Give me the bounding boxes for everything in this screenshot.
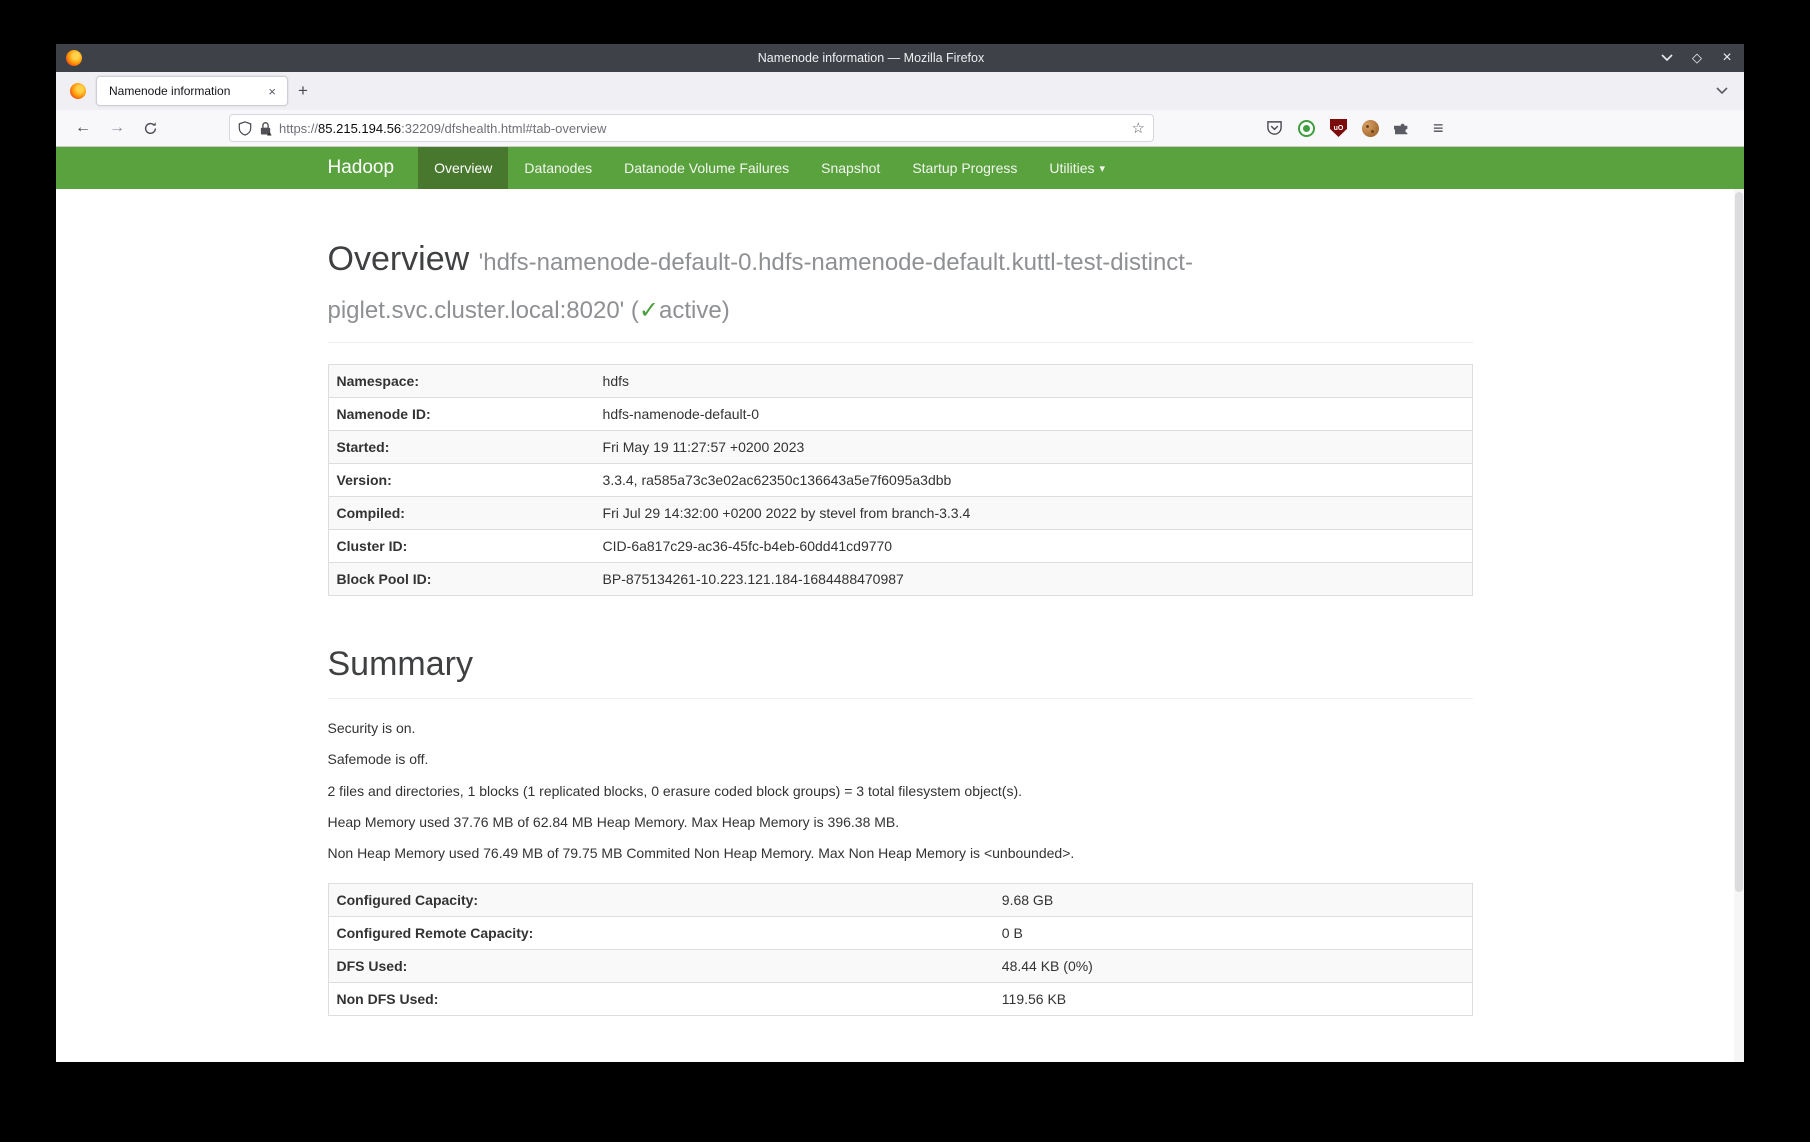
extension-green-icon[interactable] [1298,120,1315,137]
summary-line: 2 files and directories, 1 blocks (1 rep… [328,784,1473,799]
table-row: Configured Remote Capacity:0 B [328,916,1472,949]
summary-line: Non Heap Memory used 76.49 MB of 79.75 M… [328,846,1473,861]
nav-tab-datanodes[interactable]: Datanodes [508,147,608,189]
row-value: Fri Jul 29 14:32:00 +0200 2022 by stevel… [595,496,1472,529]
page-scrollbar [1734,189,1744,1062]
page-title: Overview 'hdfs-namenode-default-0.hdfs-n… [328,235,1473,332]
extensions-puzzle-icon[interactable] [1394,120,1410,136]
table-row: Compiled:Fri Jul 29 14:32:00 +0200 2022 … [328,496,1472,529]
forward-button[interactable]: → [100,119,134,137]
summary-line: Heap Memory used 37.76 MB of 62.84 MB He… [328,815,1473,830]
summary-header: Summary [328,640,1473,699]
row-value: 119.56 KB [994,982,1472,1015]
cookie-extension-icon[interactable] [1362,120,1379,137]
row-value: Fri May 19 11:27:57 +0200 2023 [595,430,1472,463]
bookmark-star-icon[interactable]: ☆ [1126,119,1145,137]
row-label: Compiled: [328,496,595,529]
chevron-down-icon [1661,54,1673,62]
row-value: 48.44 KB (0%) [994,949,1472,982]
table-row: Configured Capacity:9.68 GB [328,883,1472,916]
table-row: Namenode ID:hdfs-namenode-default-0 [328,397,1472,430]
active-check-icon: ✓ [639,297,659,324]
title-bar: Namenode information — Mozilla Firefox ◇… [56,44,1744,72]
tab-title: Namenode information [109,84,265,98]
row-value: 0 B [994,916,1472,949]
summary-text: Security is on. Safemode is off. 2 files… [328,721,1473,862]
reload-button[interactable] [134,121,167,136]
nav-dropdown-utilities[interactable]: Utilities ▾ [1033,147,1121,189]
row-value: hdfs [595,364,1472,397]
url-bar[interactable]: https://85.215.194.56:32209/dfshealth.ht… [229,114,1154,142]
table-row: Version:3.3.4, ra585a73c3e02ac62350c1366… [328,463,1472,496]
summary-line: Safemode is off. [328,752,1473,767]
row-label: Configured Remote Capacity: [328,916,994,949]
row-value: BP-875134261-10.223.121.184-168448847098… [595,562,1472,595]
scrollbar-thumb[interactable] [1735,192,1743,892]
firefox-icon [66,50,82,66]
row-label: Block Pool ID: [328,562,595,595]
page-content: Overview 'hdfs-namenode-default-0.hdfs-n… [56,189,1744,1062]
row-label: Namenode ID: [328,397,595,430]
url-path: :32209/dfshealth.html#tab-overview [401,121,606,136]
row-value: hdfs-namenode-default-0 [595,397,1472,430]
navbar-brand-hadoop[interactable]: Hadoop [328,147,419,189]
url-protocol: https:// [279,121,318,136]
pocket-icon[interactable] [1266,120,1283,136]
status-active: active [659,297,722,324]
row-label: Non DFS Used: [328,982,994,1015]
firefox-icon [70,83,86,99]
hadoop-navbar: Hadoop Overview Datanodes Datanode Volum… [56,147,1744,189]
url-host: 85.215.194.56 [318,121,401,136]
table-row: Non DFS Used:119.56 KB [328,982,1472,1015]
tab-close-icon[interactable]: × [265,84,279,99]
table-row: DFS Used:48.44 KB (0%) [328,949,1472,982]
row-label: Namespace: [328,364,595,397]
overview-header: Overview 'hdfs-namenode-default-0.hdfs-n… [328,235,1473,343]
table-row: Cluster ID:CID-6a817c29-ac36-45fc-b4eb-6… [328,529,1472,562]
close-button[interactable]: × [1720,51,1734,65]
new-tab-button[interactable]: + [288,81,318,101]
utilities-label: Utilities [1049,160,1094,176]
table-row: Namespace:hdfs [328,364,1472,397]
overview-title: Overview [328,240,470,278]
hamburger-menu-icon[interactable]: ≡ [1425,118,1452,139]
nav-tab-snapshot[interactable]: Snapshot [805,147,896,189]
tab-strip: Namenode information × + [56,72,1744,110]
namenode-info-table: Namespace:hdfs Namenode ID:hdfs-namenode… [328,364,1473,596]
row-label: DFS Used: [328,949,994,982]
lock-warning-icon[interactable] [259,121,272,136]
table-row: Block Pool ID:BP-875134261-10.223.121.18… [328,562,1472,595]
summary-title: Summary [328,640,1473,688]
maximize-button[interactable]: ◇ [1690,51,1704,65]
firefox-window: Namenode information — Mozilla Firefox ◇… [56,44,1744,1062]
chevron-down-icon [1716,87,1728,95]
summary-line: Security is on. [328,721,1473,736]
row-value: CID-6a817c29-ac36-45fc-b4eb-60dd41cd9770 [595,529,1472,562]
capacity-table: Configured Capacity:9.68 GB Configured R… [328,883,1473,1016]
window-title: Namenode information — Mozilla Firefox [82,51,1660,65]
ublock-origin-icon[interactable]: uO [1330,119,1347,137]
nav-tab-overview[interactable]: Overview [418,147,508,189]
url-text[interactable]: https://85.215.194.56:32209/dfshealth.ht… [279,121,1126,136]
nav-tab-datanode-volume-failures[interactable]: Datanode Volume Failures [608,147,805,189]
navigation-toolbar: ← → https://85.215.194.56:32209/dfshealt… [56,110,1744,147]
minimize-button[interactable] [1660,51,1674,65]
nav-tab-startup-progress[interactable]: Startup Progress [896,147,1033,189]
row-value: 3.3.4, ra585a73c3e02ac62350c136643a5e7f6… [595,463,1472,496]
row-value: 9.68 GB [994,883,1472,916]
reload-icon [143,121,158,136]
row-label: Configured Capacity: [328,883,994,916]
table-row: Started:Fri May 19 11:27:57 +0200 2023 [328,430,1472,463]
shield-icon[interactable] [238,121,252,136]
row-label: Started: [328,430,595,463]
caret-down-icon: ▾ [1100,162,1106,175]
row-label: Cluster ID: [328,529,595,562]
row-label: Version: [328,463,595,496]
list-all-tabs-button[interactable] [1716,87,1728,95]
back-button[interactable]: ← [66,119,100,137]
tab-namenode-information[interactable]: Namenode information × [96,76,288,106]
